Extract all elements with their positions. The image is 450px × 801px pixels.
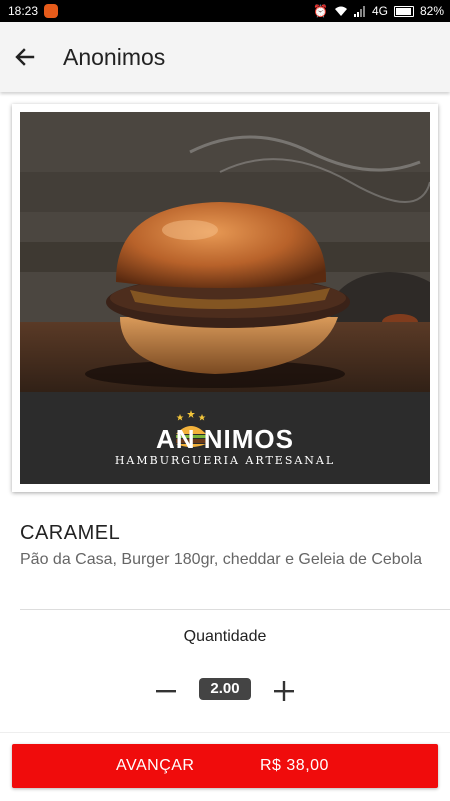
app-bar: Anonimos — [0, 22, 450, 92]
total-price: R$ 38,00 — [260, 757, 329, 774]
divider — [20, 609, 450, 610]
product-name: CARAMEL — [20, 522, 121, 544]
battery-percent: 82% — [419, 4, 444, 18]
increase-quantity-button[interactable] — [267, 674, 301, 708]
product-description: Pão da Casa, Burger 180gr, cheddar e Gel… — [20, 551, 423, 568]
arrow-left-icon — [15, 48, 35, 66]
decrease-quantity-button[interactable] — [149, 674, 183, 708]
quantity-value[interactable]: 2.00 — [199, 678, 251, 700]
advance-label: AVANÇAR — [116, 757, 195, 774]
quantity-label: Quantidade — [183, 628, 267, 645]
battery-icon — [393, 5, 414, 17]
alarm-icon: ⏰ — [313, 4, 328, 18]
status-bar: 18:23 ⏰ 4G 82% — [0, 0, 450, 22]
product-photo: AN NIMOS HAMBURGUERIA ARTESANAL — [20, 112, 430, 484]
status-time: 18:23 — [8, 4, 39, 18]
product-image-card: AN NIMOS HAMBURGUERIA ARTESANAL — [12, 104, 438, 492]
back-button[interactable] — [10, 42, 40, 72]
wifi-icon — [334, 6, 347, 16]
status-icons: ⏰ 4G 82% — [313, 4, 444, 18]
brand-name: AN NIMOS — [156, 424, 294, 454]
plus-icon — [274, 681, 294, 701]
network-type: 4G — [371, 4, 388, 18]
brand-subtitle: HAMBURGUERIA ARTESANAL — [114, 454, 336, 467]
page-title: Anonimos — [63, 44, 166, 70]
notification-icon — [44, 4, 58, 18]
minus-icon — [156, 690, 176, 693]
signal-icon — [353, 5, 365, 17]
advance-button[interactable]: AVANÇAR R$ 38,00 — [12, 744, 438, 788]
